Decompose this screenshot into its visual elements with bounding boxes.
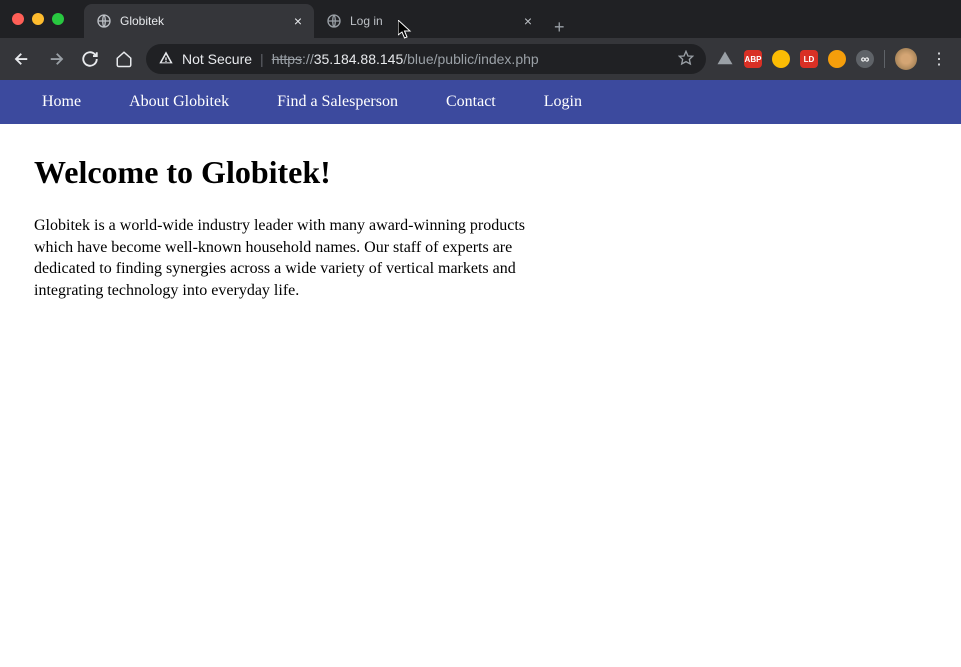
close-window-button[interactable] (12, 13, 24, 25)
site-main-nav: Home About Globitek Find a Salesperson C… (0, 80, 961, 124)
separator: | (260, 51, 264, 67)
new-tab-button[interactable]: + (544, 17, 575, 38)
ext-infinity-icon[interactable]: ∞ (856, 50, 874, 68)
titlebar: Globitek × Log in × + (0, 0, 961, 38)
intro-paragraph: Globitek is a world-wide industry leader… (34, 215, 534, 301)
page-heading: Welcome to Globitek! (34, 154, 927, 191)
close-tab-icon[interactable]: × (524, 14, 532, 28)
page-content: Welcome to Globitek! Globitek is a world… (0, 124, 961, 331)
extension-icons: ABP LD ∞ ⋮ (716, 48, 951, 70)
nav-contact[interactable]: Contact (446, 93, 496, 111)
home-button[interactable] (112, 47, 136, 71)
window-controls (12, 13, 64, 25)
ext-ld-icon[interactable]: LD (800, 50, 818, 68)
bookmark-star-icon[interactable] (678, 50, 694, 69)
tab-strip: Globitek × Log in × + (84, 0, 575, 38)
security-status: Not Secure (182, 51, 252, 67)
address-bar[interactable]: Not Secure | https://35.184.88.145/blue/… (146, 44, 706, 74)
nav-about[interactable]: About Globitek (129, 93, 229, 111)
tab-globitek[interactable]: Globitek × (84, 4, 314, 38)
tab-title: Globitek (120, 14, 288, 28)
toolbar: Not Secure | https://35.184.88.145/blue/… (0, 38, 961, 80)
nav-login[interactable]: Login (544, 93, 582, 111)
minimize-window-button[interactable] (32, 13, 44, 25)
nav-home[interactable]: Home (42, 93, 81, 111)
nav-salesperson[interactable]: Find a Salesperson (277, 93, 398, 111)
profile-avatar[interactable] (895, 48, 917, 70)
back-button[interactable] (10, 47, 34, 71)
globe-icon (96, 13, 112, 29)
browser-menu-button[interactable]: ⋮ (927, 49, 951, 69)
ext-abp-icon[interactable]: ABP (744, 50, 762, 68)
ext-drive-icon[interactable] (716, 50, 734, 68)
url-display: https://35.184.88.145/blue/public/index.… (272, 51, 539, 67)
maximize-window-button[interactable] (52, 13, 64, 25)
ext-cookie-icon[interactable] (828, 50, 846, 68)
tab-login[interactable]: Log in × (314, 4, 544, 38)
separator (884, 50, 885, 68)
close-tab-icon[interactable]: × (294, 14, 302, 28)
reload-button[interactable] (78, 47, 102, 71)
browser-chrome: Globitek × Log in × + (0, 0, 961, 80)
security-warning-icon (158, 50, 174, 69)
forward-button[interactable] (44, 47, 68, 71)
globe-icon (326, 13, 342, 29)
tab-title: Log in (350, 14, 518, 28)
ext-coin-icon[interactable] (772, 50, 790, 68)
